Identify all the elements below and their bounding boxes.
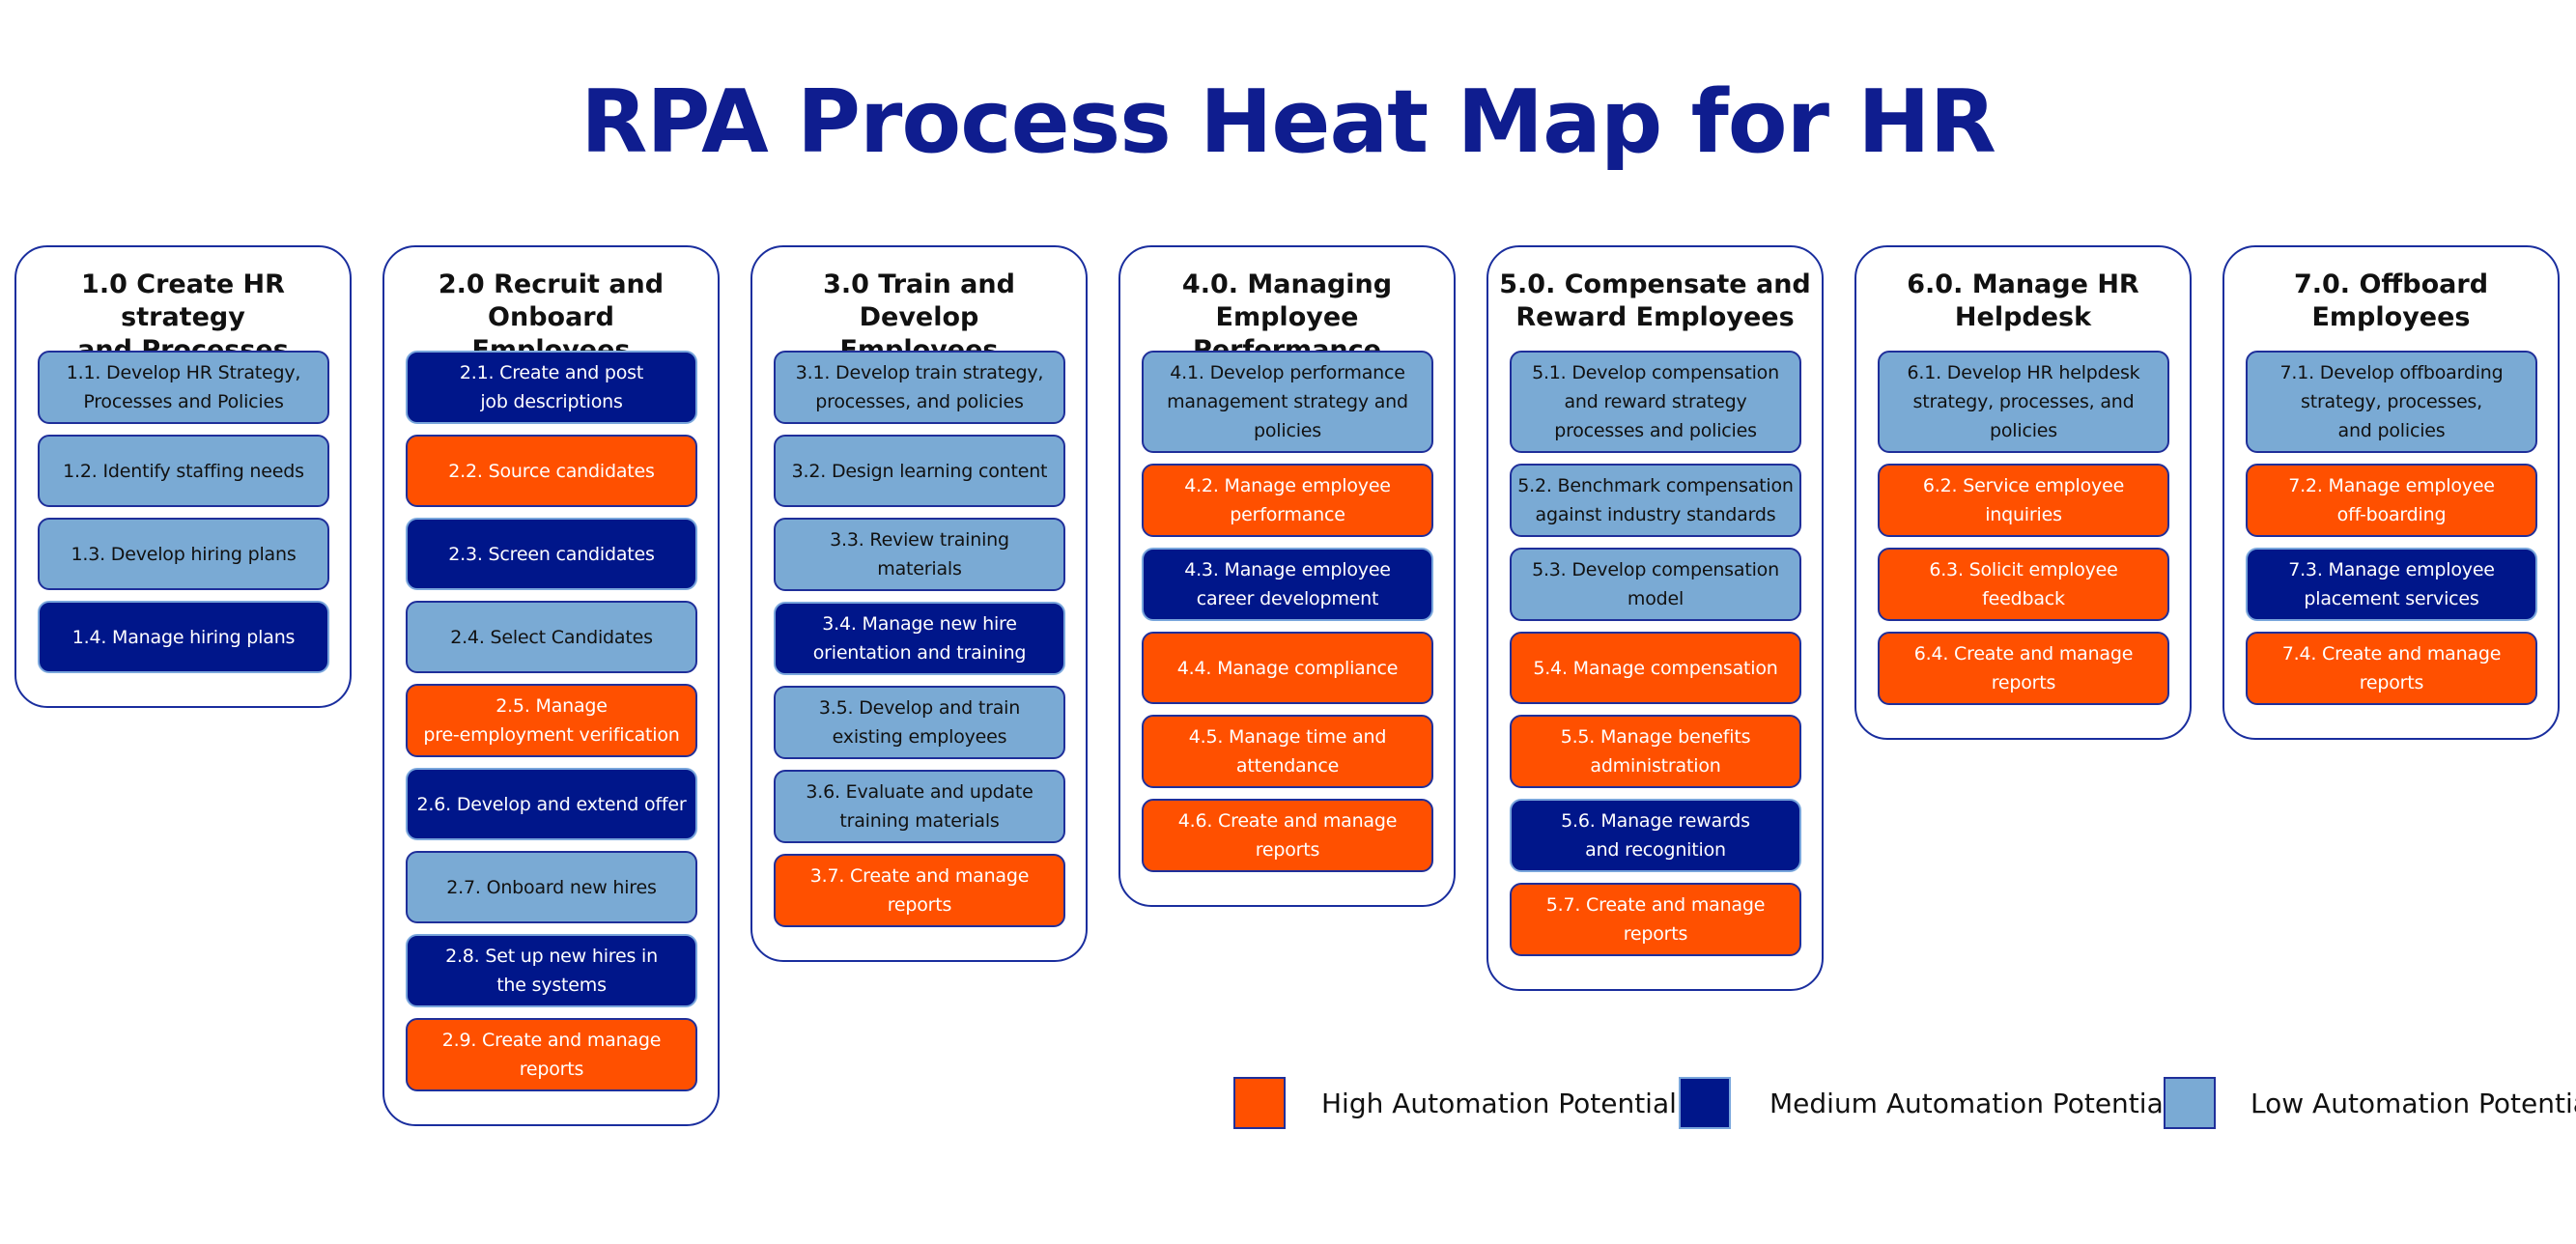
legend-swatch-medium: [1679, 1077, 1731, 1129]
process-column-5: 5.0. Compensate and Reward Employees 5.1.…: [1486, 245, 1824, 991]
process-column-1: 1.0 Create HR strategy and Processes1.1.…: [14, 245, 352, 708]
process-item-high: 5.4. Manage compensation: [1510, 632, 1801, 704]
process-item-high: 7.2. Manage employee off-boarding: [2246, 464, 2537, 537]
process-item-high: 3.7. Create and manage reports: [774, 854, 1065, 927]
process-item-medium: 2.8. Set up new hires in the systems: [406, 934, 697, 1007]
process-item-low: 3.1. Develop train strategy, processes, …: [774, 351, 1065, 424]
legend-swatch-high: [1233, 1077, 1286, 1129]
process-column-6: 6.0. Manage HR Helpdesk 6.1. Develop HR h…: [1854, 245, 2192, 740]
legend-item-high: High Automation Potential: [1233, 1077, 1677, 1129]
legend-label-low: Low Automation Potential: [2250, 1087, 2576, 1119]
process-list: 7.1. Develop offboarding strategy, proce…: [2246, 351, 2537, 705]
process-item-high: 5.7. Create and manage reports: [1510, 883, 1801, 956]
legend-item-medium: Medium Automation Potential: [1679, 1077, 2171, 1129]
process-item-high: 7.4. Create and manage reports: [2246, 632, 2537, 705]
process-list: 6.1. Develop HR helpdesk strategy, proce…: [1878, 351, 2169, 705]
legend-swatch-low: [2164, 1077, 2216, 1129]
process-item-high: 4.6. Create and manage reports: [1142, 799, 1433, 872]
process-item-high: 2.2. Source candidates: [406, 435, 697, 507]
column-header: 5.0. Compensate and Reward Employees: [1499, 269, 1811, 332]
process-item-medium: 4.3. Manage employee career development: [1142, 548, 1433, 621]
process-item-low: 3.5. Develop and train existing employee…: [774, 686, 1065, 759]
process-column-7: 7.0. Offboard Employees 7.1. Develop offb…: [2222, 245, 2560, 740]
process-list: 5.1. Develop compensation and reward str…: [1510, 351, 1801, 956]
process-item-medium: 2.3. Screen candidates: [406, 518, 697, 590]
process-item-low: 7.1. Develop offboarding strategy, proce…: [2246, 351, 2537, 453]
page-title: RPA Process Heat Map for HR: [580, 71, 1996, 173]
process-item-high: 4.2. Manage employee performance: [1142, 464, 1433, 537]
process-item-low: 4.1. Develop performance management stra…: [1142, 351, 1433, 453]
process-item-medium: 2.6. Develop and extend offer: [406, 768, 697, 840]
process-item-low: 3.2. Design learning content: [774, 435, 1065, 507]
column-header: 6.0. Manage HR Helpdesk: [1907, 269, 2139, 332]
process-item-low: 3.3. Review training materials: [774, 518, 1065, 591]
process-column-3: 3.0 Train and Develop Employees3.1. Deve…: [750, 245, 1088, 962]
process-item-low: 1.1. Develop HR Strategy, Processes and …: [38, 351, 329, 424]
process-item-low: 1.3. Develop hiring plans: [38, 518, 329, 590]
process-list: 4.1. Develop performance management stra…: [1142, 351, 1433, 872]
process-item-low: 2.7. Onboard new hires: [406, 851, 697, 923]
process-list: 3.1. Develop train strategy, processes, …: [774, 351, 1065, 927]
process-item-high: 2.5. Manage pre-employment verification: [406, 684, 697, 757]
process-item-low: 5.2. Benchmark compensation against indu…: [1510, 464, 1801, 537]
process-item-low: 1.2. Identify staffing needs: [38, 435, 329, 507]
process-item-high: 6.3. Solicit employee feedback: [1878, 548, 2169, 621]
column-header: 3.0 Train and Develop Employees: [823, 269, 1015, 365]
process-list: 2.1. Create and post job descriptions 2.2…: [406, 351, 697, 1091]
legend-item-low: Low Automation Potential: [2164, 1077, 2576, 1129]
process-item-medium: 7.3. Manage employee placement services: [2246, 548, 2537, 621]
process-item-low: 5.1. Develop compensation and reward str…: [1510, 351, 1801, 453]
process-item-low: 3.6. Evaluate and update training materi…: [774, 770, 1065, 843]
legend-label-high: High Automation Potential: [1321, 1087, 1677, 1119]
process-item-high: 6.4. Create and manage reports: [1878, 632, 2169, 705]
process-column-4: 4.0. Managing Employee Performance4.1. D…: [1118, 245, 1456, 907]
process-item-high: 5.5. Manage benefits administration: [1510, 715, 1801, 788]
process-item-high: 4.5. Manage time and attendance: [1142, 715, 1433, 788]
legend-label-medium: Medium Automation Potential: [1769, 1087, 2171, 1119]
process-item-medium: 2.1. Create and post job descriptions: [406, 351, 697, 424]
process-item-medium: 5.6. Manage rewards and recognition: [1510, 799, 1801, 872]
column-header: 1.0 Create HR strategy and Processes: [77, 269, 289, 365]
process-item-medium: 3.4. Manage new hire orientation and tra…: [774, 602, 1065, 675]
column-header: 4.0. Managing Employee Performance: [1181, 269, 1393, 365]
legend: High Automation Potential Medium Automat…: [0, 1077, 2576, 1129]
process-item-low: 5.3. Develop compensation model: [1510, 548, 1801, 621]
process-list: 1.1. Develop HR Strategy, Processes and …: [38, 351, 329, 673]
column-header: 7.0. Offboard Employees: [2293, 269, 2489, 332]
process-item-low: 2.4. Select Candidates: [406, 601, 697, 673]
column-header: 2.0 Recruit and Onboard Employees: [438, 269, 665, 365]
process-item-medium: 1.4. Manage hiring plans: [38, 601, 329, 673]
process-item-high: 4.4. Manage compliance: [1142, 632, 1433, 704]
process-item-high: 6.2. Service employee inquiries: [1878, 464, 2169, 537]
process-column-2: 2.0 Recruit and Onboard Employees2.1. Cr…: [382, 245, 720, 1126]
process-item-low: 6.1. Develop HR helpdesk strategy, proce…: [1878, 351, 2169, 453]
